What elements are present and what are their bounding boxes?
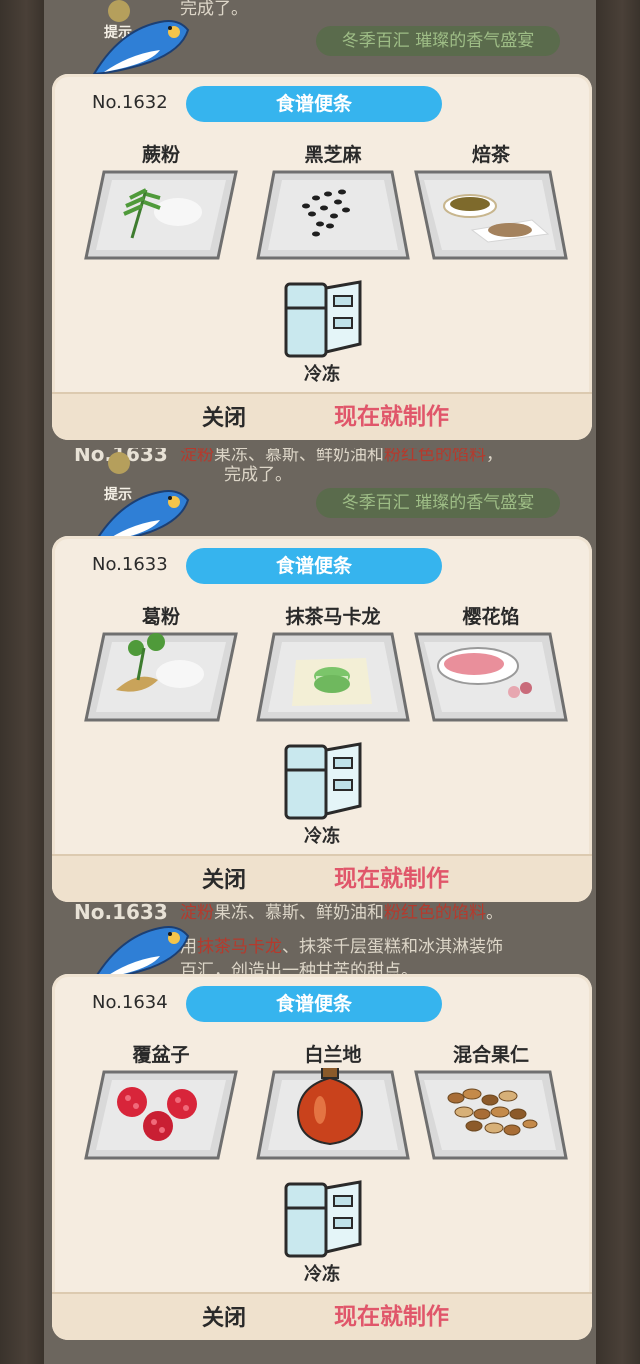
brandy-bottle-icon — [256, 1068, 410, 1160]
recipe-card: No.1633 食谱便条 葛粉 抹茶马卡龙 樱花馅 冷冻 关闭 现在就制作 — [52, 536, 592, 902]
black-sesame-icon — [256, 170, 410, 260]
hint-bulb-icon — [108, 452, 130, 474]
freezer-icon — [284, 280, 362, 358]
close-button[interactable]: 关闭 — [202, 400, 246, 432]
freezer-icon — [284, 1180, 362, 1258]
blue-bird-icon — [92, 20, 190, 76]
scroll-bottom-edge — [52, 854, 592, 902]
event-badge: 冬季百汇 璀璨的香气盛宴 — [316, 26, 560, 56]
kudzu-powder-icon — [84, 632, 238, 722]
ingredient-name: 葛粉 — [141, 606, 180, 628]
raspberry-icon — [84, 1070, 238, 1160]
close-button[interactable]: 关闭 — [202, 862, 246, 894]
ingredient-name: 白兰地 — [304, 1044, 362, 1066]
recipe-title: 食谱便条 — [186, 986, 442, 1022]
recipe-section-1633: No.1633 淀粉果冻、慕斯、鲜奶油和粉红色的馅料， 完成了。 提示 冬季百汇… — [0, 448, 640, 902]
background-text-line: 淀粉果冻、慕斯、鲜奶油和粉红色的馅料。 — [180, 903, 503, 923]
matcha-macaron-icon — [256, 632, 410, 722]
background-text-line: 完成了。 — [224, 465, 292, 485]
cooking-method-label: 冷冻 — [304, 1264, 340, 1285]
roasted-tea-icon — [414, 170, 568, 260]
recipe-section-1634: No.1633 淀粉果冻、慕斯、鲜奶油和粉红色的馅料。 用抹茶马卡龙、抹茶千层蛋… — [0, 896, 640, 1348]
ingredient-name: 混合果仁 — [452, 1044, 529, 1066]
freezer-icon — [284, 742, 362, 820]
recipe-title: 食谱便条 — [186, 86, 442, 122]
ingredient-name: 抹茶马卡龙 — [285, 606, 381, 628]
ingredient-name: 覆盆子 — [132, 1044, 190, 1066]
make-now-button[interactable]: 现在就制作 — [334, 397, 449, 431]
background-text-line: 用抹茶马卡龙、抹茶千层蛋糕和冰淇淋装饰 — [180, 937, 503, 957]
scroll-bottom-edge — [52, 392, 592, 440]
recipe-number: No.1634 — [92, 992, 168, 1013]
cooking-method-label: 冷冻 — [304, 826, 340, 847]
recipe-number: No.1632 — [92, 92, 168, 113]
make-now-button[interactable]: 现在就制作 — [334, 1297, 449, 1331]
recipe-number: No.1633 — [92, 554, 168, 575]
sakura-paste-icon — [414, 632, 568, 722]
ingredient-name: 蕨粉 — [141, 144, 180, 166]
event-badge: 冬季百汇 璀璨的香气盛宴 — [316, 488, 560, 518]
recipe-section-1632: 完成了。 提示 冬季百汇 璀璨的香气盛宴 No.1632 食谱便条 蕨粉 黑芝麻 — [0, 0, 640, 452]
ingredient-name: 樱花馅 — [462, 606, 520, 628]
ingredient-name: 焙茶 — [471, 144, 510, 166]
close-button[interactable]: 关闭 — [202, 1300, 246, 1332]
scroll-bottom-edge — [52, 1292, 592, 1340]
ingredient-name: 黑芝麻 — [304, 144, 362, 166]
recipe-card: No.1634 食谱便条 覆盆子 白兰地 混合果仁 冷冻 关闭 现在就制作 — [52, 974, 592, 1340]
recipe-card: No.1632 食谱便条 蕨粉 黑芝麻 焙茶 冷冻 关闭 现在就制作 — [52, 74, 592, 440]
cooking-method-label: 冷冻 — [304, 364, 340, 385]
fern-powder-icon — [84, 170, 238, 260]
recipe-title: 食谱便条 — [186, 548, 442, 584]
mixed-nuts-icon — [414, 1070, 568, 1160]
make-now-button[interactable]: 现在就制作 — [334, 859, 449, 893]
